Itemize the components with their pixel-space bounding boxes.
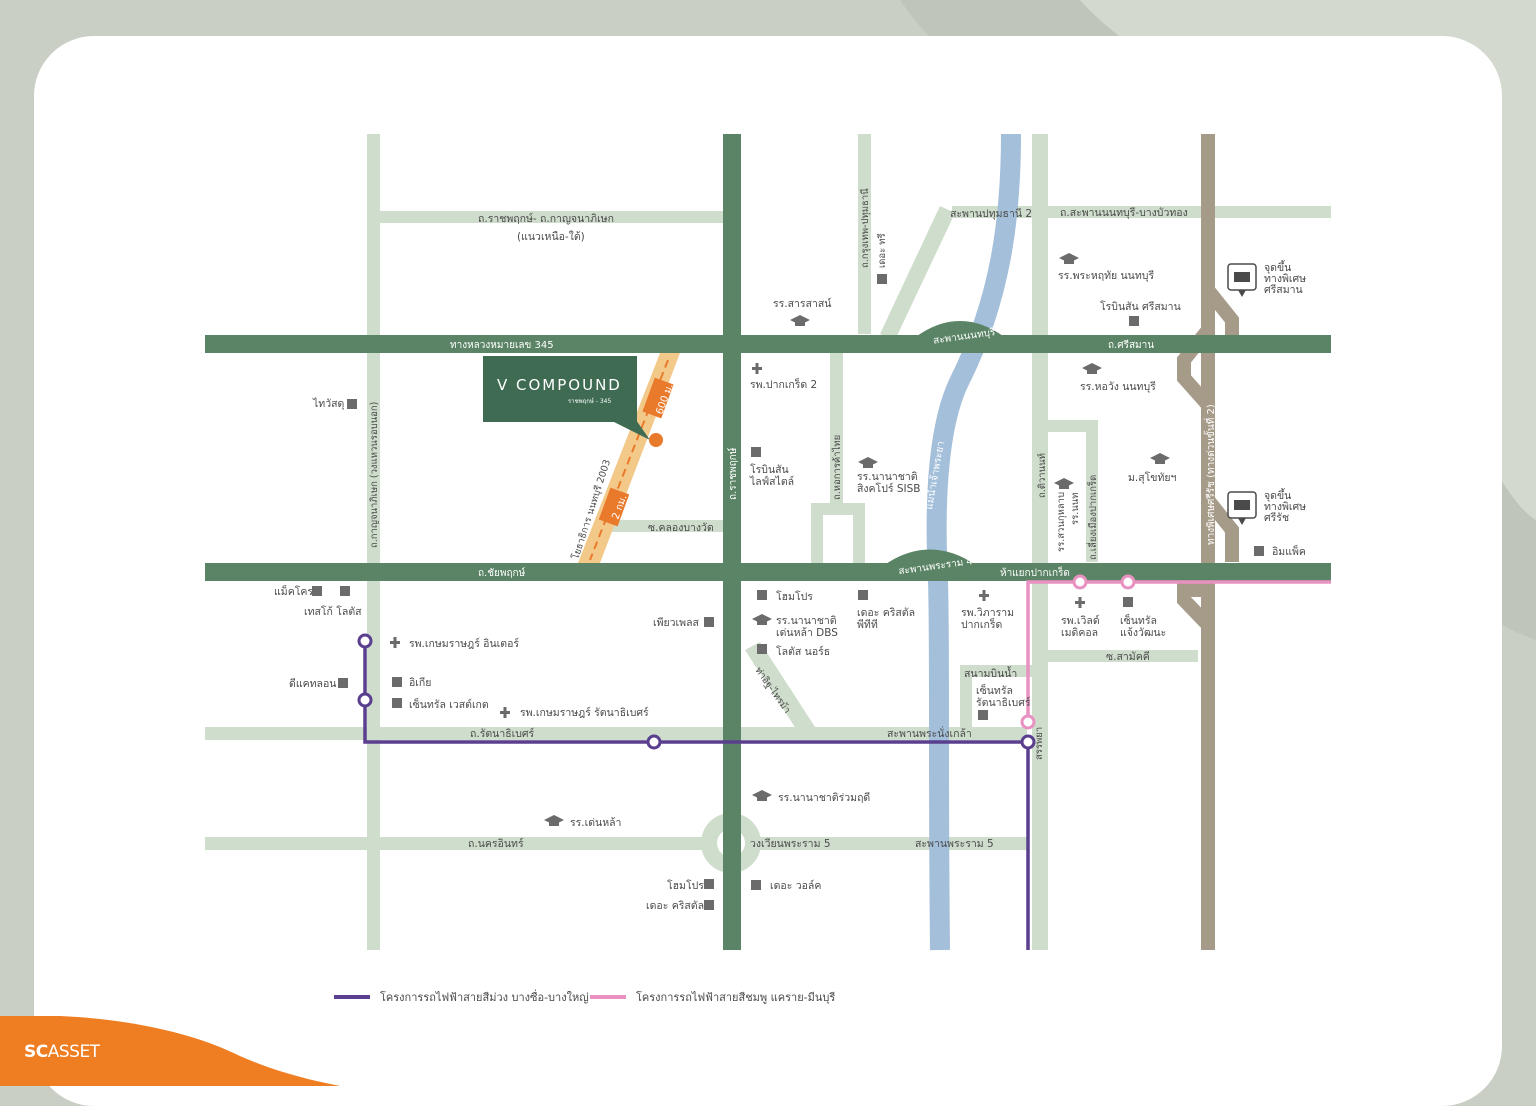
svg-text:ถ.ศรีสมาน: ถ.ศรีสมาน [1108, 339, 1154, 351]
svg-text:ถ.กาญจนาภิเษก (วงแหวนรอบนอก): ถ.กาญจนาภิเษก (วงแหวนรอบนอก) [369, 402, 380, 548]
svg-text:อิมแพ็ค: อิมแพ็ค [1272, 544, 1306, 558]
svg-text:เดอะ ทรี: เดอะ ทรี [876, 233, 888, 268]
brand-sc: SC [24, 1042, 48, 1062]
svg-text:เซ็นทรัล: เซ็นทรัล [1120, 613, 1157, 627]
legend-purple: โครงการรถไฟฟ้าสายสีม่วง บางซื่อ-บางใหญ่ [334, 988, 589, 1006]
svg-text:ห้าแยกปากเกร็ด: ห้าแยกปากเกร็ด [1000, 565, 1070, 579]
svg-text:เดอะ คริสตัล: เดอะ คริสตัล [857, 607, 915, 619]
svg-text:แม็คโคร: แม็คโคร [274, 584, 313, 598]
svg-text:วงเวียนพระราม 5: วงเวียนพระราม 5 [750, 837, 831, 850]
purple-line-swatch [334, 995, 370, 999]
svg-text:ถ.กรุงเทพ-ปทุมธานี: ถ.กรุงเทพ-ปทุมธานี [859, 188, 871, 268]
svg-text:รร.พระหฤทัย นนทบุรี: รร.พระหฤทัย นนทบุรี [1058, 269, 1154, 282]
svg-text:โฮมโปร: โฮมโปร [776, 590, 813, 603]
svg-text:รร.นานาชาติ: รร.นานาชาติ [857, 471, 918, 483]
svg-text:ถ.ติวานนท์: ถ.ติวานนท์ [1036, 453, 1048, 498]
svg-text:จุดขึ้น: จุดขึ้น [1264, 488, 1291, 502]
svg-text:ถ.เลี่ยงเมืองปากเกร็ด: ถ.เลี่ยงเมืองปากเกร็ด [1086, 475, 1099, 560]
road-labels: ถ.ราชพฤกษ์- ถ.กาญจนาภิเษก (แนวเหนือ-ใต้)… [369, 188, 1217, 850]
svg-text:รพ.วิภาราม: รพ.วิภาราม [961, 607, 1014, 619]
svg-text:ศรีรัช: ศรีรัช [1264, 511, 1289, 524]
svg-text:ทางพิเศษศรีรัช (ทางด่วนขั้นที่: ทางพิเศษศรีรัช (ทางด่วนขั้นที่ 2) [1203, 404, 1217, 545]
svg-text:รพ.เกษมราษฎร์ รัตนาธิเบศร์: รพ.เกษมราษฎร์ รัตนาธิเบศร์ [520, 706, 649, 719]
svg-text:รร.สวนกุหลาบ: รร.สวนกุหลาบ [1056, 492, 1067, 552]
svg-text:ถ.ชัยพฤกษ์: ถ.ชัยพฤกษ์ [478, 567, 526, 579]
svg-text:รัตนาธิเบศร์: รัตนาธิเบศร์ [976, 696, 1031, 709]
svg-text:โฮมโปร: โฮมโปร [667, 879, 704, 892]
svg-text:รร.เด่นหล้า: รร.เด่นหล้า [570, 817, 621, 829]
svg-text:รร.นนท: รร.นนท [1070, 493, 1081, 525]
brand-asset: ASSET [47, 1042, 100, 1062]
svg-text:ซ.สามัคคี: ซ.สามัคคี [1106, 650, 1150, 663]
river [926, 133, 1021, 951]
svg-text:โรบินสัน: โรบินสัน [750, 463, 789, 476]
svg-text:รร.นานาชาติ: รร.นานาชาติ [776, 615, 837, 627]
svg-text:พีทีที: พีทีที [857, 618, 878, 631]
svg-text:ถ.หอการค้าไทย: ถ.หอการค้าไทย [831, 435, 843, 500]
legend-pink: โครงการรถไฟฟ้าสายสีชมพู แคราย-มีนบุรี [590, 988, 835, 1006]
project-marker [649, 433, 663, 447]
expressway-entrance-icons [1227, 263, 1257, 525]
sc-asset-logo: SCASSET [24, 1042, 100, 1062]
svg-text:ถ.นครอินทร์: ถ.นครอินทร์ [468, 837, 524, 850]
svg-text:ไทวัสดุ: ไทวัสดุ [312, 397, 344, 410]
svg-text:ถ.สะพานนนทบุรี-บางบัวทอง: ถ.สะพานนนทบุรี-บางบัวทอง [1060, 206, 1188, 219]
svg-text:รพ.เวิลด์: รพ.เวิลด์ [1061, 614, 1100, 627]
svg-text:สนามบินน้ำ: สนามบินน้ำ [964, 666, 1017, 680]
svg-text:สรรพยา: สรรพยา [1034, 727, 1045, 760]
svg-text:ถ.ราชพฤกษ์- ถ.กาญจนาภิเษก: ถ.ราชพฤกษ์- ถ.กาญจนาภิเษก [478, 212, 614, 225]
svg-text:ศรีสมาน: ศรีสมาน [1264, 283, 1303, 296]
area-map: 600 ม. 2 กม. V COMPOUND ราชพฤกษ์ - 345 ถ… [205, 133, 1331, 951]
svg-text:สะพานปทุมธานี 2: สะพานปทุมธานี 2 [950, 207, 1032, 220]
stations [357, 574, 1136, 750]
svg-text:ทางหลวงหมายเลข 345: ทางหลวงหมายเลข 345 [450, 340, 554, 351]
svg-text:โลตัส นอร์ธ: โลตัส นอร์ธ [776, 645, 830, 658]
svg-text:ม.สุโขทัยฯ: ม.สุโขทัยฯ [1128, 471, 1177, 484]
svg-text:เดอะ วอล์ค: เดอะ วอล์ค [770, 879, 821, 892]
svg-text:แจ้งวัฒนะ: แจ้งวัฒนะ [1120, 627, 1166, 639]
svg-text:รพ.เกษมราษฎร์ อินเตอร์: รพ.เกษมราษฎร์ อินเตอร์ [409, 637, 519, 650]
svg-text:สิงคโปร์ SISB: สิงคโปร์ SISB [857, 482, 920, 495]
svg-text:สะพานพระนั่งเกล้า: สะพานพระนั่งเกล้า [887, 726, 972, 740]
project-name: V COMPOUND [497, 376, 622, 394]
svg-text:รร.นานาชาติร่วมฤดี: รร.นานาชาติร่วมฤดี [778, 791, 870, 804]
svg-text:รร.หอวัง นนทบุรี: รร.หอวัง นนทบุรี [1080, 380, 1156, 393]
svg-text:เพียวเพลส: เพียวเพลส [653, 616, 700, 629]
svg-text:อิเกีย: อิเกีย [409, 676, 431, 689]
svg-text:เดอะ คริสตัล: เดอะ คริสตัล [646, 900, 704, 912]
svg-text:เซ็นทรัล เวสต์เกต: เซ็นทรัล เวสต์เกต [409, 697, 489, 711]
svg-text:ปากเกร็ด: ปากเกร็ด [961, 617, 1002, 631]
svg-text:จุดขึ้น: จุดขึ้น [1264, 260, 1291, 274]
svg-text:โรบินสัน ศรีสมาน: โรบินสัน ศรีสมาน [1100, 300, 1181, 313]
legend-pink-label: โครงการรถไฟฟ้าสายสีชมพู แคราย-มีนบุรี [636, 991, 836, 1004]
svg-text:สะพานพระราม 5: สะพานพระราม 5 [915, 838, 994, 850]
svg-text:รร.สารสาสน์: รร.สารสาสน์ [773, 297, 832, 310]
svg-text:รพ.ปากเกร็ด 2: รพ.ปากเกร็ด 2 [750, 377, 817, 391]
svg-text:เมดิคอล: เมดิคอล [1061, 627, 1098, 639]
svg-text:ถ.รัตนาธิเบศร์: ถ.รัตนาธิเบศร์ [470, 727, 535, 740]
svg-text:(แนวเหนือ-ใต้): (แนวเหนือ-ใต้) [517, 230, 585, 243]
legend-purple-label: โครงการรถไฟฟ้าสายสีม่วง บางซื่อ-บางใหญ่ [380, 991, 589, 1004]
svg-text:เด่นหล้า DBS: เด่นหล้า DBS [776, 627, 838, 639]
svg-text:ดีแคทลอน: ดีแคทลอน [289, 677, 336, 690]
project-sub: ราชพฤกษ์ - 345 [568, 397, 611, 405]
svg-text:เซ็นทรัล: เซ็นทรัล [976, 683, 1013, 697]
svg-text:ถ.ราชพฤกษ์: ถ.ราชพฤกษ์ [727, 447, 739, 500]
svg-text:เทสโก้ โลตัส: เทสโก้ โลตัส [304, 605, 362, 618]
svg-text:ไลฟ์สไตล์: ไลฟ์สไตล์ [749, 475, 794, 488]
pink-line-swatch [590, 995, 626, 999]
svg-text:ซ.คลองบางวัด: ซ.คลองบางวัด [648, 522, 714, 534]
